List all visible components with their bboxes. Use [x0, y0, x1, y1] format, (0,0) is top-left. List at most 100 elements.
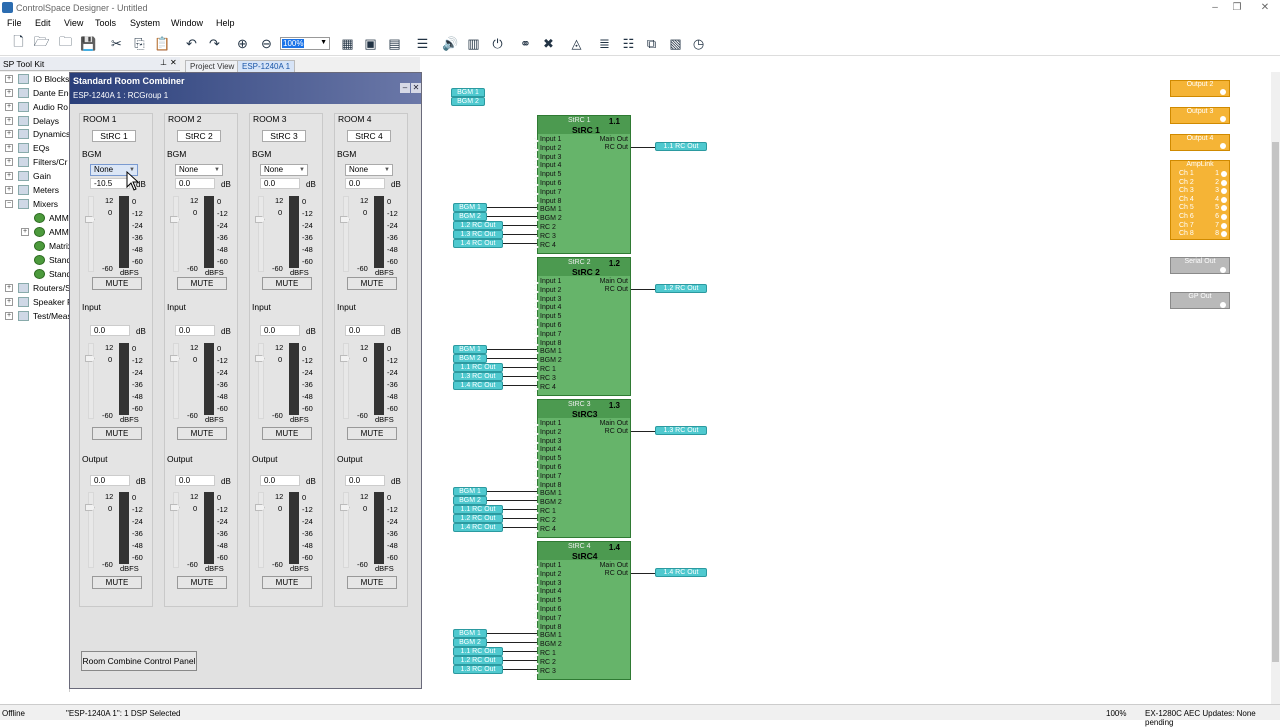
rc-input-tag[interactable]: 1.1 RC Out: [453, 647, 503, 656]
output-gain-field[interactable]: 0.0: [345, 475, 385, 486]
output-mute-button[interactable]: MUTE: [177, 576, 227, 589]
open-online-icon[interactable]: 🗀: [57, 34, 74, 52]
output-gain-field[interactable]: 0.0: [90, 475, 130, 486]
design-canvas[interactable]: BGM 1 BGM 2 StRC 1 1.1 StRC 1 Input 1 Input …: [423, 72, 1271, 692]
undo-icon[interactable]: ↶: [183, 35, 200, 52]
input-gain-field[interactable]: 0.0: [345, 325, 385, 336]
input-mute-button[interactable]: MUTE: [177, 427, 227, 440]
module-icon[interactable]: ▧: [667, 35, 684, 52]
rc-input-tag[interactable]: 1.2 RC Out: [453, 221, 503, 230]
output-mute-button[interactable]: MUTE: [92, 576, 142, 589]
rc-input-tag[interactable]: 1.4 RC Out: [453, 238, 503, 248]
input-mute-button[interactable]: MUTE: [92, 427, 142, 440]
close-icon[interactable]: ✕: [1255, 2, 1275, 14]
strc-block[interactable]: StRC 2 1.2 StRC 2 Input 1 Input 2 Input 3 Inpu…: [537, 257, 631, 397]
vertical-scrollbar[interactable]: [1271, 72, 1280, 704]
zoom-select[interactable]: 100% ▼: [280, 37, 330, 50]
input-gain-field[interactable]: 0.0: [260, 325, 300, 336]
bgm-input-tag[interactable]: BGM 2: [453, 638, 487, 648]
rc-input-tag[interactable]: 1.3 RC Out: [453, 664, 503, 674]
bgm-input-tag[interactable]: BGM 1: [453, 345, 487, 355]
bgm-input-tag[interactable]: BGM 1: [453, 487, 487, 497]
bgm-2-tag[interactable]: BGM 2: [451, 97, 485, 106]
strc-block[interactable]: StRC 4 1.4 StRC4 Input 1 Input 2 Input 3 Input…: [537, 541, 631, 681]
device-icon[interactable]: ▥: [465, 35, 482, 52]
output-block[interactable]: Output 4: [1170, 134, 1230, 151]
gp-out-block[interactable]: GP Out: [1170, 292, 1230, 309]
input-fader-track[interactable]: [173, 343, 179, 419]
menu-system[interactable]: System: [130, 18, 160, 28]
tab-esp-1240a-1[interactable]: ESP-1240A 1: [237, 60, 296, 72]
pin-icon[interactable]: ⊥: [160, 58, 167, 67]
rc-input-tag[interactable]: 1.2 RC Out: [453, 655, 503, 665]
properties-icon[interactable]: ≣: [596, 35, 613, 52]
bgm-mute-button[interactable]: MUTE: [262, 277, 312, 290]
room-name-field[interactable]: StRC 2: [177, 130, 221, 142]
rc-input-tag[interactable]: 1.3 RC Out: [453, 371, 503, 381]
serial-out-block[interactable]: Serial Out: [1170, 257, 1230, 274]
output-block[interactable]: Output 2: [1170, 80, 1230, 97]
rc-input-tag[interactable]: 1.3 RC Out: [453, 229, 503, 239]
list-icon[interactable]: ☰: [414, 35, 431, 52]
rc-input-tag[interactable]: 1.4 RC Out: [453, 522, 503, 532]
menu-tools[interactable]: Tools: [95, 18, 116, 28]
open-folder-icon[interactable]: 🗁: [33, 34, 50, 52]
strc-block[interactable]: StRC 1 1.1 StRC 1 Input 1 Input 2 Input 3 Inpu…: [537, 115, 631, 255]
bgm-gain-field[interactable]: 0.0: [260, 178, 300, 189]
grid-icon[interactable]: ▦: [339, 35, 356, 52]
bgm-fader-track[interactable]: [173, 196, 179, 272]
strc-block[interactable]: StRC 3 1.3 StRC3 Input 1 Input 2 Input 3 Input…: [537, 399, 631, 539]
room-name-field[interactable]: StRC 1: [92, 130, 136, 142]
bgm-input-tag[interactable]: BGM 2: [453, 354, 487, 364]
bgm-select[interactable]: None ▼: [345, 164, 393, 176]
zoom-out-icon[interactable]: ⊖: [258, 35, 275, 52]
bgm-input-tag[interactable]: BGM 2: [453, 496, 487, 506]
bgm-gain-field[interactable]: 0.0: [175, 178, 215, 189]
new-file-icon[interactable]: 🗋: [10, 34, 27, 52]
layers-icon[interactable]: ⧉: [643, 35, 660, 52]
zoom-in-icon[interactable]: ⊕: [234, 35, 251, 52]
redo-icon[interactable]: ↷: [206, 35, 223, 52]
bgm-select[interactable]: None ▼: [260, 164, 308, 176]
bgm-input-tag[interactable]: BGM 1: [453, 203, 487, 213]
tab-project-view[interactable]: Project View: [185, 60, 240, 72]
input-mute-button[interactable]: MUTE: [347, 427, 397, 440]
input-gain-field[interactable]: 0.0: [90, 325, 130, 336]
save-icon[interactable]: 💾: [80, 35, 97, 52]
speaker-icon[interactable]: 🔊: [442, 35, 459, 52]
paste-icon[interactable]: 📋: [154, 35, 171, 52]
output-gain-field[interactable]: 0.0: [175, 475, 215, 486]
bgm-1-tag[interactable]: BGM 1: [451, 88, 485, 97]
output-fader-track[interactable]: [173, 492, 179, 568]
bgm-input-tag[interactable]: BGM 2: [453, 212, 487, 222]
room-name-field[interactable]: StRC 3: [262, 130, 306, 142]
table-icon[interactable]: ▤: [386, 35, 403, 52]
menu-view[interactable]: View: [64, 18, 83, 28]
restore-icon[interactable]: ❐: [1227, 2, 1247, 14]
room-combine-control-panel-button[interactable]: Room Combine Control Panel: [81, 651, 197, 671]
bgm-fader-track[interactable]: [258, 196, 264, 272]
menu-edit[interactable]: Edit: [35, 18, 51, 28]
rc-input-tag[interactable]: 1.1 RC Out: [453, 363, 503, 372]
checklist-icon[interactable]: ☷: [620, 35, 637, 52]
clock-icon[interactable]: ◷: [690, 35, 707, 52]
bgm-input-tag[interactable]: BGM 1: [453, 629, 487, 639]
output-fader-track[interactable]: [258, 492, 264, 568]
output-fader-track[interactable]: [343, 492, 349, 568]
bgm-select[interactable]: None ▼: [175, 164, 223, 176]
bgm-fader-track[interactable]: [88, 196, 94, 272]
rc-out-tag[interactable]: 1.3 RC Out: [655, 426, 707, 435]
menu-help[interactable]: Help: [216, 18, 235, 28]
output-fader-track[interactable]: [88, 492, 94, 568]
rc-out-tag[interactable]: 1.1 RC Out: [655, 142, 707, 151]
dialog-minimize-icon[interactable]: –: [400, 83, 410, 93]
binoculars-icon[interactable]: ⚭: [517, 35, 534, 52]
bgm-gain-field[interactable]: 0.0: [345, 178, 385, 189]
panel-close-icon[interactable]: ✕: [170, 58, 177, 67]
output-mute-button[interactable]: MUTE: [347, 576, 397, 589]
room-name-field[interactable]: StRC 4: [347, 130, 391, 142]
menu-file[interactable]: File: [7, 18, 22, 28]
rc-input-tag[interactable]: 1.4 RC Out: [453, 380, 503, 390]
power-icon[interactable]: ⏻: [489, 35, 506, 52]
input-fader-track[interactable]: [88, 343, 94, 419]
